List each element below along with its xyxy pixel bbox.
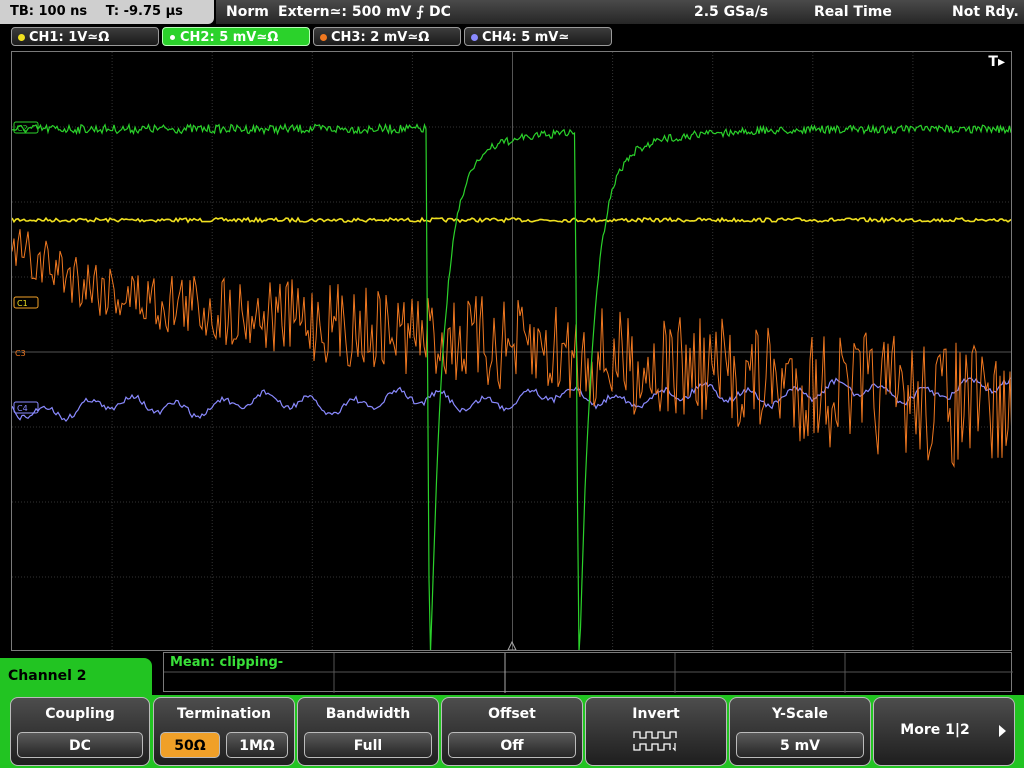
- offset-label: Offset: [488, 706, 536, 722]
- invert-softkey[interactable]: Invert: [585, 697, 727, 766]
- ch1-label: CH1: 1V≃Ω: [29, 30, 110, 45]
- svg-text:C1: C1: [17, 299, 28, 308]
- next-page-arrow-icon: [999, 725, 1006, 737]
- ch1-dot-icon: [18, 34, 25, 41]
- ch4-label: CH4: 5 mV≃: [482, 30, 570, 45]
- trigger-position: T: -9.75 µs: [105, 4, 183, 19]
- trigger-source: Extern≃: 500 mV ⨍ DC: [278, 4, 451, 20]
- invert-label: Invert: [632, 706, 680, 722]
- status-bar: TB: 100 ns T: -9.75 µs Norm Extern≃: 500…: [0, 0, 1024, 25]
- trigger-mode: Norm: [226, 4, 269, 20]
- svg-text:C3: C3: [15, 349, 26, 358]
- ch3-marker[interactable]: C3: [15, 349, 26, 358]
- offset-softkey[interactable]: Offset Off: [441, 697, 583, 766]
- tab-ch4[interactable]: CH4: 5 mV≃: [464, 27, 612, 46]
- termination-50ohm-option[interactable]: 50Ω: [160, 732, 220, 758]
- bandwidth-value[interactable]: Full: [304, 732, 432, 758]
- waveform-display[interactable]: C2 C1 C3 C4 T▸: [11, 51, 1012, 651]
- ch2-dot-icon: [169, 34, 176, 41]
- ch3-dot-icon: [320, 34, 327, 41]
- bandwidth-label: Bandwidth: [325, 706, 411, 722]
- tab-ch2[interactable]: CH2: 5 mV≃Ω: [162, 27, 310, 46]
- termination-1mohm-option[interactable]: 1MΩ: [226, 732, 288, 758]
- more-label: More 1|2: [900, 722, 970, 738]
- measurement-result: Mean: clipping-: [170, 655, 284, 670]
- svg-text:C4: C4: [17, 404, 28, 413]
- termination-label: Termination: [177, 706, 271, 722]
- invert-waveform-icon: [633, 731, 677, 752]
- coupling-value[interactable]: DC: [17, 732, 143, 758]
- yscale-softkey[interactable]: Y-Scale 5 mV: [729, 697, 871, 766]
- menu-title: Channel 2: [8, 668, 87, 684]
- termination-softkey[interactable]: Termination 50Ω 1MΩ: [153, 697, 295, 766]
- yscale-label: Y-Scale: [771, 706, 828, 722]
- waveform-canvas: C2 C1 C3 C4: [12, 52, 1011, 650]
- trigger-indicator-icon: T▸: [988, 54, 1005, 70]
- coupling-softkey[interactable]: Coupling DC: [10, 697, 150, 766]
- acquisition-state: Not Rdy.: [952, 4, 1019, 20]
- measurement-panel[interactable]: Mean: clipping-: [163, 652, 1013, 693]
- ch2-marker[interactable]: C2: [13, 121, 39, 134]
- offset-value[interactable]: Off: [448, 732, 576, 758]
- trigger-status[interactable]: Norm Extern≃: 500 mV ⨍ DC 2.5 GSa/s Real…: [216, 0, 1024, 24]
- bandwidth-softkey[interactable]: Bandwidth Full: [297, 697, 439, 766]
- acquisition-mode: Real Time: [814, 4, 892, 20]
- coupling-label: Coupling: [45, 706, 115, 722]
- yscale-value[interactable]: 5 mV: [736, 732, 864, 758]
- more-softkey[interactable]: More 1|2: [873, 697, 1015, 766]
- ch2-label: CH2: 5 mV≃Ω: [180, 30, 279, 45]
- sample-rate: 2.5 GSa/s: [694, 4, 769, 20]
- tab-ch3[interactable]: CH3: 2 mV≃Ω: [313, 27, 461, 46]
- timebase-value: TB: 100 ns: [10, 4, 88, 19]
- svg-text:C2: C2: [17, 124, 28, 133]
- ch1-marker[interactable]: C1: [13, 296, 39, 309]
- ch4-dot-icon: [471, 34, 478, 41]
- ch3-label: CH3: 2 mV≃Ω: [331, 30, 430, 45]
- tab-ch1[interactable]: CH1: 1V≃Ω: [11, 27, 159, 46]
- timebase-box[interactable]: TB: 100 ns T: -9.75 µs: [0, 0, 214, 24]
- measurement-grid: [164, 653, 1013, 693]
